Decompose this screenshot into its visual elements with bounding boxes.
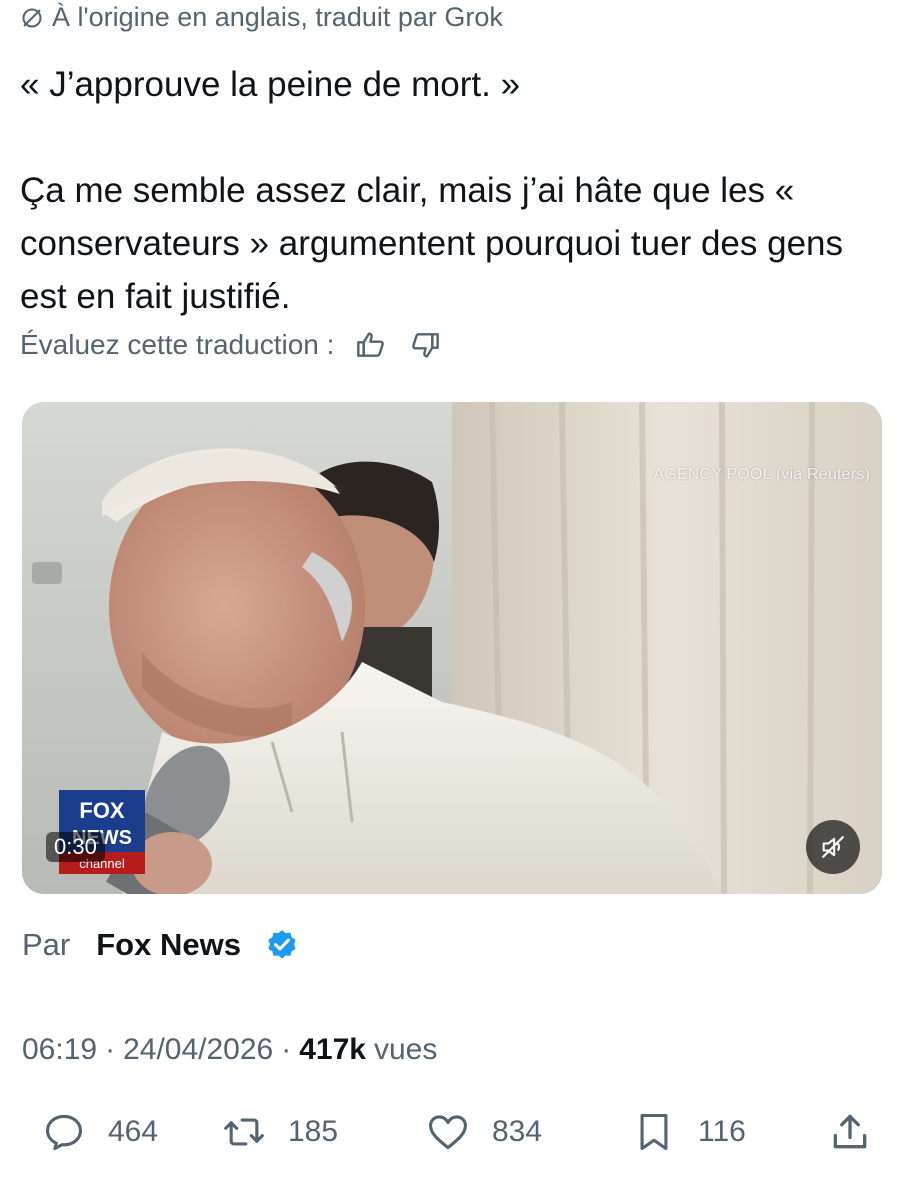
tweet-time[interactable]: 06:19 [22, 1033, 97, 1067]
repost-count: 185 [288, 1115, 339, 1148]
like-button[interactable]: 834 [426, 1104, 542, 1160]
video-duration: 0:30 [46, 832, 105, 862]
video-credit: AGENCY POOL (via Reuters) [653, 466, 870, 483]
bookmark-icon [640, 1113, 668, 1151]
translate-slash-icon [22, 8, 42, 27]
reply-count: 464 [108, 1115, 159, 1148]
source-name-link[interactable]: Fox News [96, 927, 241, 963]
mute-button[interactable] [806, 820, 860, 874]
verified-badge-icon [268, 930, 296, 959]
rate-translation-label: Évaluez cette traduction : [20, 329, 335, 360]
tweet-paragraph-quote: « J’approuve la peine de mort. » [20, 65, 521, 104]
reply-button[interactable]: 464 [42, 1104, 158, 1160]
repost-icon [224, 1118, 264, 1146]
tweet-text: « J’approuve la peine de mort. » Ça me s… [20, 58, 888, 323]
tweet-meta: 06:19 · 24/04/2026 · 417k vues [22, 1033, 437, 1067]
separator-dot: · [281, 1033, 292, 1066]
repost-button[interactable]: 185 [222, 1104, 338, 1160]
heart-icon [429, 1115, 467, 1150]
source-byline: Par Fox News [22, 927, 299, 963]
like-count: 834 [492, 1115, 543, 1148]
svg-text:FOX: FOX [79, 798, 125, 823]
bookmark-count: 116 [698, 1115, 746, 1148]
tweet-paragraph-comment: Ça me semble assez clair, mais j’ai hâte… [20, 171, 844, 316]
share-button[interactable] [828, 1104, 872, 1160]
reply-icon [45, 1114, 83, 1151]
video-player[interactable]: AGENCY POOL (via Reuters) FOX NEWS chann… [22, 402, 882, 894]
thumbs-up-icon [357, 332, 385, 357]
views-label: vues [373, 1033, 438, 1066]
speaker-muted-icon [821, 835, 845, 859]
thumbs-down-button[interactable] [408, 328, 442, 362]
rate-translation-row: Évaluez cette traduction : [20, 328, 442, 362]
byline-prefix: Par [22, 927, 71, 962]
share-icon [833, 1114, 867, 1149]
thumbs-down-icon [412, 333, 440, 358]
tweet-date[interactable]: 24/04/2026 [123, 1033, 273, 1067]
thumbs-up-button[interactable] [354, 328, 388, 362]
views-count: 417k [299, 1033, 366, 1066]
bookmark-button[interactable]: 116 [632, 1104, 746, 1160]
translation-note-text: À l'origine en anglais, traduit par Grok [52, 2, 503, 32]
separator-dot: · [105, 1033, 116, 1066]
tweet-actions: 464 185 834 116 [0, 1104, 904, 1160]
translation-note: À l'origine en anglais, traduit par Grok [20, 2, 503, 33]
